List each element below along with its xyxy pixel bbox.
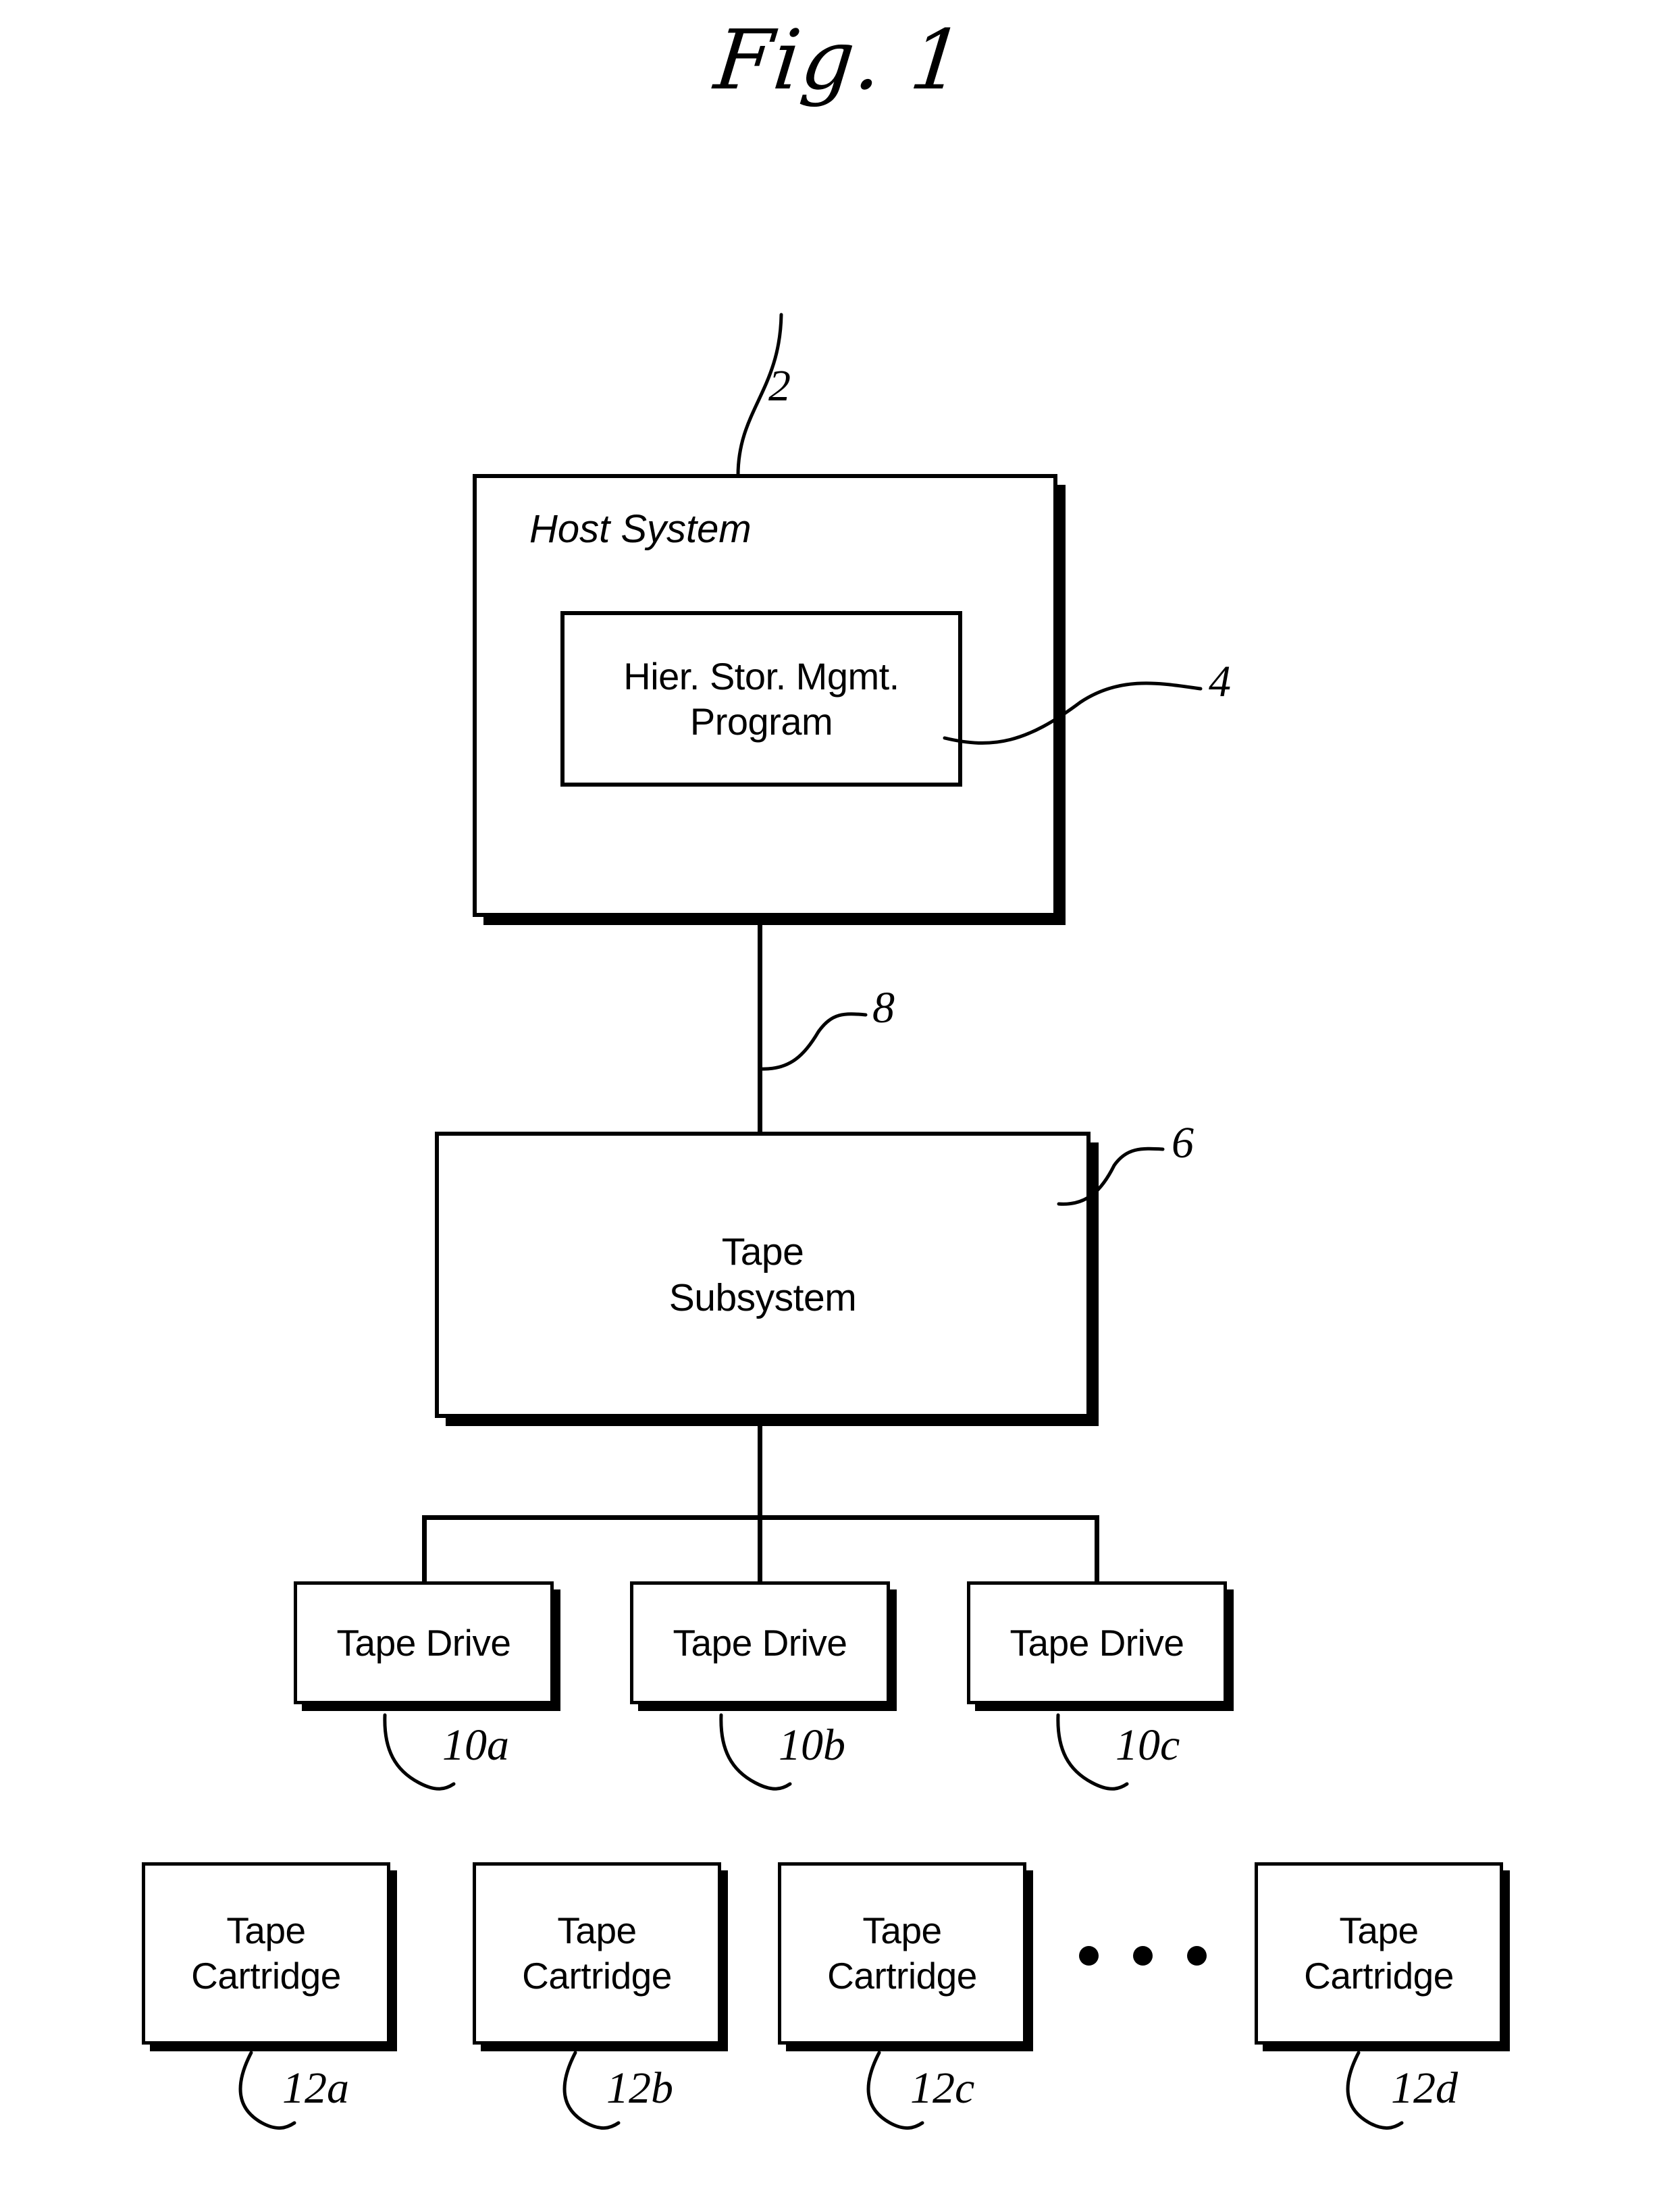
reference-numeral-6: 6 bbox=[1172, 1118, 1194, 1167]
tape-cartridge-label: Tape Cartridge bbox=[522, 1909, 672, 1997]
host-system-label: Host System bbox=[529, 507, 752, 551]
tape-drive-box: Tape Drive bbox=[630, 1581, 890, 1704]
ellipsis-dot-icon bbox=[1187, 1946, 1207, 1966]
hier-stor-mgmt-program-box: Hier. Stor. Mgmt. Program bbox=[560, 611, 962, 787]
reference-numeral-12b: 12b bbox=[606, 2063, 673, 2113]
tape-cartridge-box: Tape Cartridge bbox=[473, 1862, 721, 2045]
connector-bus-to-drive-b bbox=[758, 1515, 762, 1584]
tape-subsystem-label: Tape Subsystem bbox=[668, 1230, 857, 1319]
cartridge-ellipsis bbox=[1079, 1946, 1221, 1966]
tape-cartridge-label: Tape Cartridge bbox=[827, 1909, 977, 1997]
reference-numeral-8: 8 bbox=[872, 983, 895, 1032]
reference-numeral-12c: 12c bbox=[910, 2063, 975, 2113]
reference-numeral-12d: 12d bbox=[1391, 2063, 1458, 2113]
tape-drive-box: Tape Drive bbox=[294, 1581, 554, 1704]
ellipsis-dot-icon bbox=[1133, 1946, 1153, 1966]
reference-numeral-10c: 10c bbox=[1115, 1720, 1180, 1770]
connector-host-to-subsystem bbox=[758, 917, 762, 1133]
tape-drive-label: Tape Drive bbox=[336, 1621, 511, 1664]
patent-figure-page: Fig. 1 Host System Hier. Stor. Mgmt. Pro… bbox=[0, 0, 1680, 2210]
reference-numeral-12a: 12a bbox=[282, 2063, 349, 2113]
tape-drive-box: Tape Drive bbox=[967, 1581, 1227, 1704]
tape-drive-label: Tape Drive bbox=[1009, 1621, 1184, 1664]
connector-bus-to-drive-c bbox=[1095, 1515, 1099, 1584]
tape-cartridge-label: Tape Cartridge bbox=[1304, 1909, 1454, 1997]
reference-numeral-10b: 10b bbox=[779, 1720, 845, 1770]
reference-numeral-4: 4 bbox=[1209, 657, 1231, 706]
tape-cartridge-box: Tape Cartridge bbox=[142, 1862, 390, 2045]
tape-cartridge-box: Tape Cartridge bbox=[778, 1862, 1026, 2045]
tape-subsystem-box: Tape Subsystem bbox=[435, 1132, 1091, 1418]
tape-cartridge-box: Tape Cartridge bbox=[1255, 1862, 1503, 2045]
connector-bus-to-drive-a bbox=[422, 1515, 427, 1584]
figure-title: Fig. 1 bbox=[710, 12, 970, 108]
tape-cartridge-label: Tape Cartridge bbox=[191, 1909, 341, 1997]
hier-stor-mgmt-program-label: Hier. Stor. Mgmt. Program bbox=[623, 654, 899, 743]
reference-numeral-2: 2 bbox=[768, 361, 791, 411]
connector-subsystem-to-bus bbox=[758, 1418, 762, 1519]
ellipsis-dot-icon bbox=[1079, 1946, 1099, 1966]
tape-drive-label: Tape Drive bbox=[673, 1621, 847, 1664]
reference-numeral-10a: 10a bbox=[442, 1720, 509, 1770]
